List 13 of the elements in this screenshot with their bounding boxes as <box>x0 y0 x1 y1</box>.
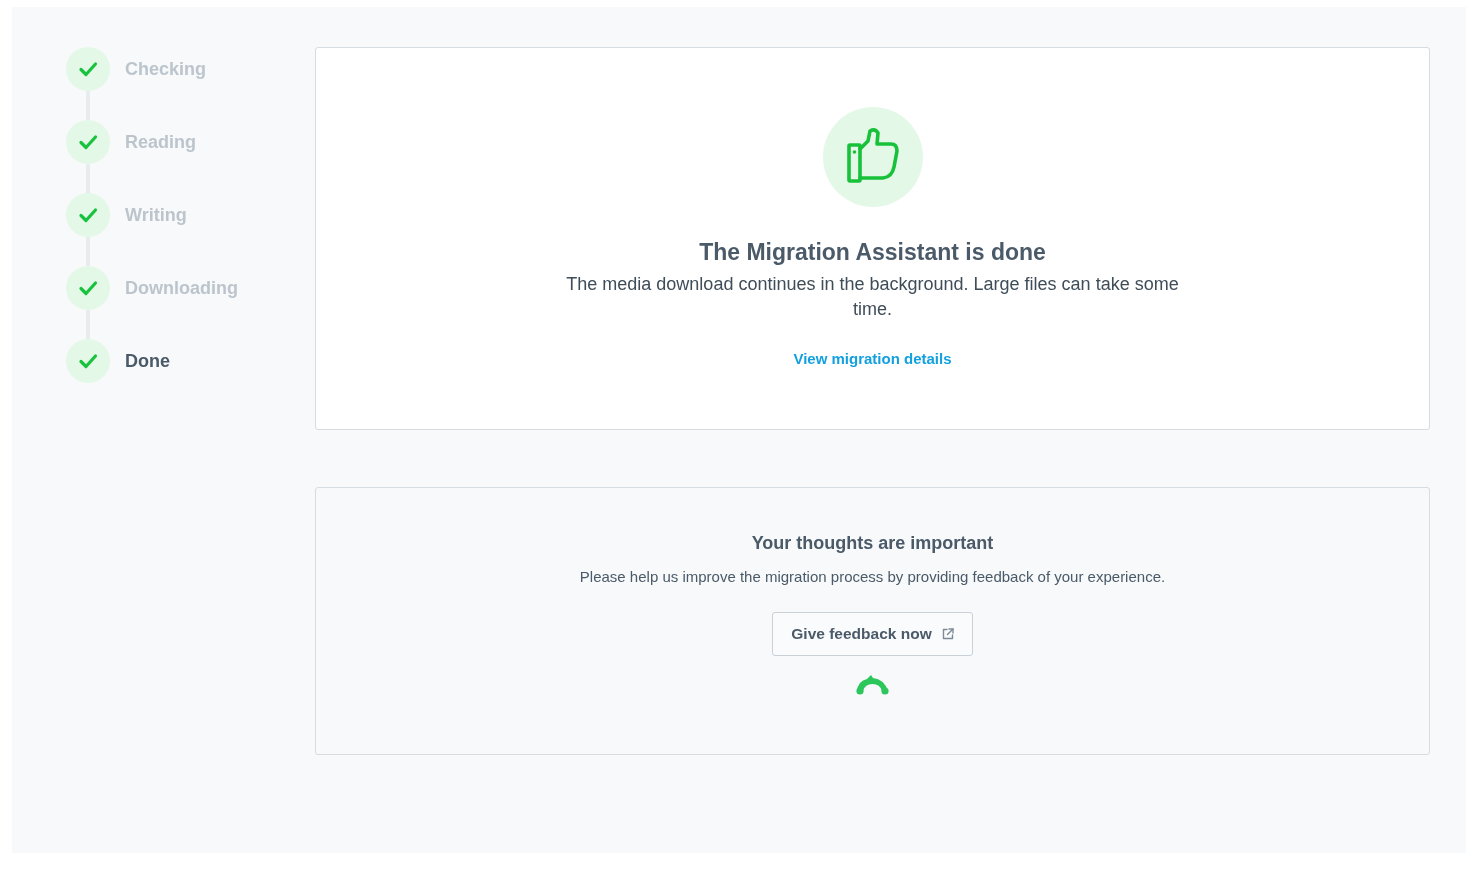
arch-logo-icon <box>856 674 889 696</box>
step-label: Reading <box>125 131 196 154</box>
external-link-icon <box>941 628 954 640</box>
step-label: Downloading <box>125 277 238 300</box>
result-title: The Migration Assistant is done <box>698 238 1047 267</box>
result-message: The media download continues in the background. Large files can take some time. <box>565 273 1180 321</box>
step-label: Writing <box>125 204 187 227</box>
step-label: Checking <box>125 58 207 81</box>
feedback-title: Your thoughts are important <box>750 532 995 555</box>
step-label: Done <box>125 350 170 373</box>
feedback-message: Please help us improve the migration process by providing feedback of your experience. <box>578 567 1167 587</box>
thumbs-up-icon <box>822 107 923 207</box>
give-feedback-button[interactable]: Give feedback now <box>772 612 973 656</box>
